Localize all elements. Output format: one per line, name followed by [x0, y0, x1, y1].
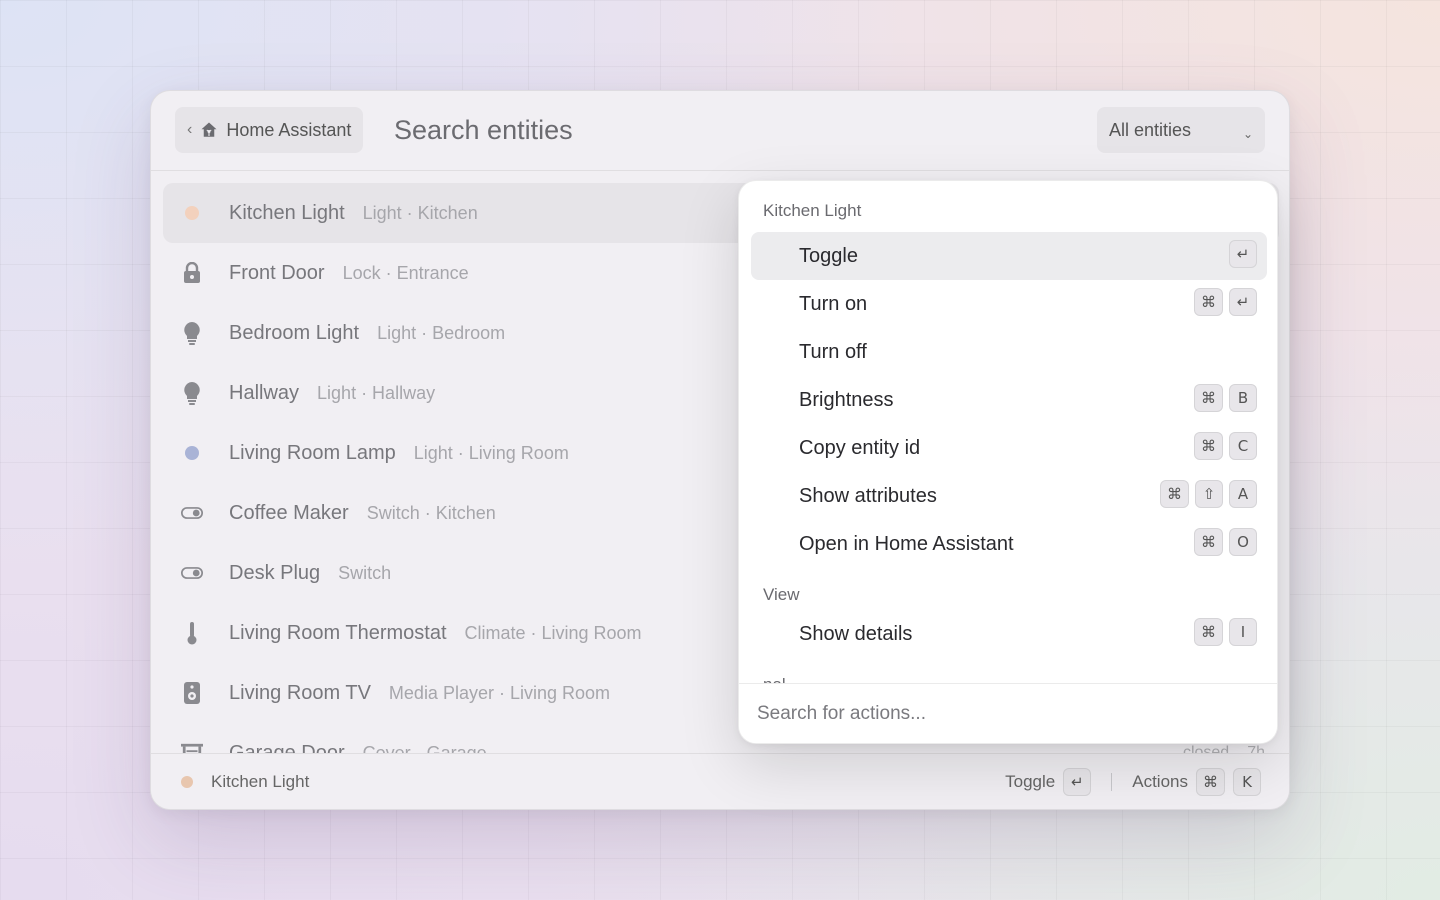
return-key-icon: ↵: [1229, 240, 1257, 268]
action-label: Show attributes: [799, 484, 937, 507]
action-label: Copy entity id: [799, 436, 921, 459]
entity-name: Living Room Lamp: [229, 441, 396, 464]
return-key-icon: ↵: [1063, 768, 1092, 796]
chevron-down-icon: ⌄: [1242, 127, 1253, 141]
command-key-icon: ⌘: [1194, 528, 1223, 556]
entity-name: Living Room Thermostat: [229, 621, 447, 644]
entity-name: Front Door: [229, 261, 325, 284]
entity-subtitle: Climate · Living Room: [464, 622, 642, 643]
action-label: Toggle: [799, 244, 858, 267]
action-turn-off[interactable]: Turn off: [751, 328, 1267, 376]
command-key-icon: ⌘: [1194, 432, 1223, 460]
o-key: O: [1229, 528, 1257, 556]
home-assistant-icon: [201, 122, 217, 137]
entity-subtitle: Switch: [338, 562, 392, 583]
search-input[interactable]: Search entities: [394, 115, 573, 146]
shift-key-icon: ⇧: [1195, 480, 1223, 508]
actions-button[interactable]: Actions: [1132, 772, 1188, 792]
footer-bar: Kitchen Light Toggle ↵ Actions ⌘ K: [151, 753, 1289, 809]
entity-subtitle: Lock · Entrance: [342, 262, 469, 283]
return-key-icon: ↵: [1229, 288, 1257, 316]
entity-name: Kitchen Light: [229, 201, 345, 224]
primary-action-button[interactable]: Toggle: [1005, 772, 1055, 792]
chevron-left-icon: ‹: [187, 121, 193, 138]
header: ‹ Home Assistant Search entities All ent…: [151, 91, 1289, 171]
action-label: Turn on: [799, 292, 868, 315]
lock-icon: [181, 262, 203, 284]
divider: [1111, 773, 1113, 791]
command-key-icon: ⌘: [1194, 384, 1223, 412]
section-header: Kitchen Light: [763, 201, 862, 220]
action-brightness[interactable]: Brightness ⌘ B: [751, 376, 1267, 424]
i-key: I: [1229, 618, 1257, 646]
a-key: A: [1229, 480, 1257, 508]
toggle-icon: [181, 502, 203, 524]
toggle-icon: [181, 562, 203, 584]
entity-subtitle: Switch · Kitchen: [366, 502, 496, 523]
footer-actions: Toggle ↵ Actions ⌘ K: [1005, 768, 1261, 796]
command-key-icon: ⌘: [1194, 288, 1223, 316]
entity-name: Desk Plug: [229, 561, 321, 584]
action-show-attributes[interactable]: Show attributes ⌘ ⇧ A: [751, 472, 1267, 520]
action-turn-on[interactable]: Turn on ⌘ ↵: [751, 280, 1267, 328]
back-button-label: Home Assistant: [226, 119, 352, 140]
command-key-icon: ⌘: [1196, 768, 1225, 796]
action-search-field[interactable]: [739, 683, 1277, 743]
action-label: Open in Home Assistant: [799, 532, 1014, 555]
action-copy-entity-id[interactable]: Copy entity id ⌘ C: [751, 424, 1267, 472]
entity-subtitle: Light · Bedroom: [377, 322, 506, 343]
entity-name: Living Room TV: [229, 681, 371, 704]
action-toggle[interactable]: Toggle ↵: [751, 232, 1267, 280]
entity-name: Bedroom Light: [229, 321, 360, 344]
entity-name: Coffee Maker: [229, 501, 349, 524]
bulb-icon: [181, 382, 203, 405]
action-search-input[interactable]: [757, 702, 1277, 725]
action-label: Turn off: [799, 340, 867, 363]
entity-filter-dropdown[interactable]: All entities ⌄: [1097, 107, 1265, 153]
section-header: View: [763, 585, 800, 604]
k-key: K: [1233, 768, 1261, 796]
action-label: Brightness: [799, 388, 894, 411]
c-key: C: [1229, 432, 1257, 460]
command-key-icon: ⌘: [1194, 618, 1223, 646]
entity-subtitle: Light · Kitchen: [362, 202, 478, 223]
selected-entity-name: Kitchen Light: [211, 772, 310, 791]
entity-subtitle: Light · Hallway: [317, 382, 436, 403]
bulb-icon: [181, 322, 203, 345]
action-label: Show details: [799, 622, 913, 645]
thermometer-icon: [181, 622, 203, 645]
back-button[interactable]: ‹ Home Assistant: [175, 107, 364, 153]
state-dot-icon: [181, 776, 193, 788]
actions-list: Kitchen Light Toggle ↵ Turn on ⌘ ↵ Turn …: [739, 181, 1277, 685]
command-key-icon: ⌘: [1160, 480, 1189, 508]
b-key: B: [1229, 384, 1257, 412]
entity-subtitle: Light · Living Room: [413, 442, 569, 463]
speaker-icon: [181, 682, 203, 704]
entity-name: Hallway: [229, 381, 300, 404]
actions-popover: Kitchen Light Toggle ↵ Turn on ⌘ ↵ Turn …: [738, 180, 1278, 744]
state-dot-icon: [181, 202, 203, 224]
filter-value: All entities: [1109, 119, 1192, 140]
action-open-in-home-assistant[interactable]: Open in Home Assistant ⌘ O: [751, 520, 1267, 568]
action-show-details[interactable]: Show details ⌘ I: [751, 610, 1267, 658]
entity-subtitle: Media Player · Living Room: [388, 682, 611, 703]
state-dot-icon: [181, 442, 203, 464]
